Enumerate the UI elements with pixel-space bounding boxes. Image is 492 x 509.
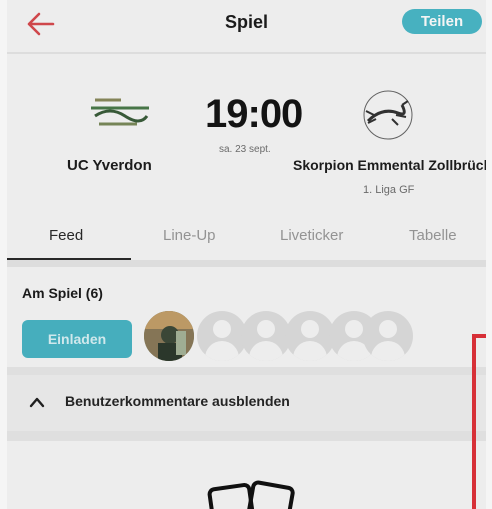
tab-bar: Feed Line-Up Liveticker Tabelle	[7, 214, 486, 261]
person-icon-body	[293, 341, 327, 361]
league-label: 1. Liga GF	[363, 184, 415, 196]
away-team-logo[interactable]	[352, 89, 424, 141]
photo-cards-icon	[207, 480, 295, 509]
home-logo-graphic	[91, 98, 149, 126]
home-team-name[interactable]: UC Yverdon	[67, 157, 152, 174]
share-button[interactable]: Teilen	[402, 9, 482, 34]
red-highlight-marker	[472, 334, 486, 509]
avatar-placeholder[interactable]	[285, 311, 335, 361]
app-screen: Spiel Teilen 19:00 sa. 23 sept. UC Yverd…	[7, 0, 486, 509]
divider	[7, 367, 486, 375]
person-icon-body	[205, 341, 239, 361]
person-icon-head	[379, 320, 397, 338]
tab-feed[interactable]: Feed	[49, 227, 83, 244]
divider	[7, 431, 486, 441]
chevron-up-icon	[29, 397, 45, 408]
home-team-logo[interactable]	[85, 94, 155, 140]
tab-tabelle[interactable]: Tabelle	[409, 227, 457, 244]
match-time: 19:00	[205, 92, 303, 136]
match-date: sa. 23 sept.	[219, 144, 271, 155]
person-icon-head	[257, 320, 275, 338]
avatar-placeholder[interactable]	[197, 311, 247, 361]
tab-line-up[interactable]: Line-Up	[163, 227, 216, 244]
person-icon-body	[249, 341, 283, 361]
invite-button[interactable]: Einladen	[22, 320, 132, 358]
comments-toggle-label: Benutzerkommentare ausblenden	[65, 393, 290, 409]
top-bar: Spiel Teilen	[7, 0, 486, 52]
tab-liveticker[interactable]: Liveticker	[280, 227, 343, 244]
person-icon-head	[213, 320, 231, 338]
comments-toggle[interactable]: Benutzerkommentare ausblenden	[7, 375, 486, 431]
avatar[interactable]	[144, 311, 194, 361]
divider	[7, 260, 486, 267]
scorpion-logo	[363, 90, 413, 140]
person-icon-head	[301, 320, 319, 338]
attendance-section: Am Spiel (6) Einladen	[7, 267, 486, 367]
person-icon-body	[371, 341, 405, 361]
match-header: 19:00 sa. 23 sept. UC Yverdon Skorpion E…	[7, 54, 486, 214]
avatar-placeholder[interactable]	[363, 311, 413, 361]
away-team-name[interactable]: Skorpion Emmental Zollbrück	[293, 157, 486, 173]
avatar-placeholder[interactable]	[241, 311, 291, 361]
feed-empty-area	[7, 441, 486, 509]
attendance-label: Am Spiel (6)	[22, 285, 103, 301]
person-icon-head	[345, 320, 363, 338]
avatar-photo-image	[144, 311, 194, 361]
